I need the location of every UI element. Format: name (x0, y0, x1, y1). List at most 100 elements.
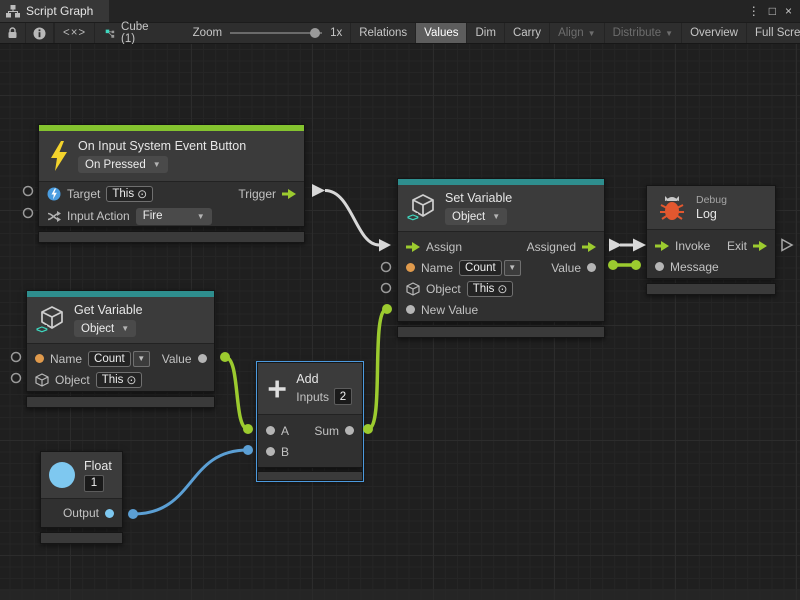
lock-button[interactable] (0, 23, 26, 43)
node-get-variable[interactable]: <> Get Variable Object ▼ Name (26, 290, 215, 408)
values-button[interactable]: Values (416, 23, 467, 43)
chevron-down-icon: ▼ (133, 351, 150, 367)
graph-canvas[interactable]: On Input System Event Button On Pressed … (0, 44, 800, 600)
event-mode-dropdown[interactable]: On Pressed ▼ (78, 156, 168, 173)
overview-button[interactable]: Overview (682, 23, 747, 43)
event-mode-value: On Pressed (85, 159, 146, 171)
message-input-port[interactable] (655, 262, 664, 271)
angle-x-icon: <×> (63, 27, 86, 39)
bug-icon (657, 193, 687, 223)
port-label-value: Value (551, 261, 581, 275)
wire-getvalue-to-a (220, 352, 253, 434)
invoke-input-port[interactable] (655, 241, 669, 251)
port-label-trigger: Trigger (238, 187, 276, 201)
target-self-toggle[interactable]: This ⊙ (106, 186, 153, 202)
value-output-port[interactable] (587, 263, 596, 272)
cube-icon (35, 373, 49, 387)
trigger-output-port[interactable] (282, 189, 296, 199)
port-label-a: A (281, 424, 289, 438)
tab-script-graph[interactable]: Script Graph (0, 0, 109, 22)
inputs-label: Inputs (296, 390, 329, 404)
port-label-assigned: Assigned (527, 240, 576, 254)
zoom-slider-handle[interactable] (310, 28, 320, 38)
chevron-down-icon: ▼ (153, 160, 161, 169)
variable-name-value: Count (94, 353, 125, 365)
node-footer (397, 326, 605, 338)
node-set-variable[interactable]: <> Set Variable Object ▼ (397, 178, 605, 338)
float-value-field[interactable]: 1 (84, 475, 104, 492)
port-label-new-value: New Value (421, 303, 478, 317)
port-label-exit: Exit (727, 239, 747, 253)
value-output-port[interactable] (198, 354, 207, 363)
wire-assigned-to-invoke (609, 239, 646, 252)
zoom-value: 1x (330, 27, 342, 39)
variable-kind-value: Object (81, 323, 114, 335)
input-action-dropdown[interactable]: Fire ▼ (136, 208, 212, 225)
node-float[interactable]: Float 1 Output (40, 451, 123, 544)
output-port[interactable] (105, 509, 114, 518)
overview-label: Overview (690, 27, 738, 39)
fullscreen-label: Full Screen (755, 27, 800, 39)
name-input-port[interactable] (406, 263, 415, 272)
b-input-port[interactable] (266, 447, 275, 456)
assigned-output-port[interactable] (582, 242, 596, 252)
node-debug-log[interactable]: Debug Log Invoke Exit (646, 185, 776, 295)
maximize-icon[interactable]: □ (769, 4, 776, 18)
node-footer (26, 396, 215, 408)
align-button[interactable]: Align ▼ (550, 23, 605, 43)
graph-icon (6, 5, 20, 18)
chevron-down-icon: ▼ (121, 324, 129, 333)
variable-kind-value: Object (452, 211, 485, 223)
relations-button[interactable]: Relations (350, 23, 416, 43)
edit-unit-button[interactable]: <×> (55, 23, 95, 43)
graph-target[interactable]: Cube (1) (95, 23, 163, 43)
port-label-message: Message (670, 260, 719, 274)
assign-input-port[interactable] (406, 242, 420, 252)
node-footer (257, 471, 363, 481)
inputs-count-field[interactable]: 2 (334, 388, 352, 405)
node-footer (38, 231, 305, 243)
target-icon: ⊙ (497, 283, 507, 295)
node-title: Get Variable (74, 303, 143, 317)
distribute-button[interactable]: Distribute ▼ (605, 23, 683, 43)
lightning-bolt-icon (49, 141, 69, 171)
carry-label: Carry (513, 27, 541, 39)
node-title: Set Variable (445, 191, 512, 205)
align-label: Align (558, 27, 584, 39)
object-self-toggle[interactable]: This ⊙ (96, 372, 143, 388)
node-title: On Input System Event Button (78, 139, 246, 153)
exit-output-port[interactable] (753, 241, 767, 251)
new-value-input-port[interactable] (406, 305, 415, 314)
node-add[interactable]: Add Inputs 2 A Sum (257, 362, 363, 481)
fullscreen-button[interactable]: Full Screen (747, 23, 800, 43)
dim-label: Dim (475, 27, 495, 39)
port-label-object: Object (55, 373, 90, 387)
variable-kind-dropdown[interactable]: Object ▼ (445, 208, 507, 225)
graph-toolbar: <×> Cube (1) Zoom 1x Relations Values (0, 22, 800, 44)
dim-button[interactable]: Dim (467, 23, 504, 43)
variable-kind-dropdown[interactable]: Object ▼ (74, 320, 136, 337)
lock-icon (7, 27, 18, 39)
name-input-port[interactable] (35, 354, 44, 363)
chevron-down-icon: ▼ (588, 29, 596, 38)
target-icon: ⊙ (137, 188, 147, 200)
inspect-button[interactable] (26, 23, 54, 43)
port-label-output: Output (63, 506, 99, 520)
a-input-port[interactable] (266, 426, 275, 435)
carry-button[interactable]: Carry (505, 23, 550, 43)
variable-name-dropdown[interactable]: Count ▼ (459, 260, 521, 276)
zoom-slider[interactable] (230, 28, 322, 38)
node-title: Float (84, 459, 112, 473)
input-action-value: Fire (143, 210, 163, 222)
port-label-assign: Assign (426, 240, 462, 254)
window-menu-icon[interactable]: ⋮ (748, 4, 760, 18)
chevron-down-icon: ▼ (197, 212, 205, 221)
bottom-edge (0, 589, 800, 600)
object-value: This (473, 283, 495, 295)
close-icon[interactable]: × (785, 4, 792, 18)
object-self-toggle[interactable]: This ⊙ (467, 281, 514, 297)
object-variable-icon: <> (408, 193, 436, 223)
variable-name-dropdown[interactable]: Count ▼ (88, 351, 150, 367)
node-on-input-system-event[interactable]: On Input System Event Button On Pressed … (38, 124, 305, 243)
sum-output-port[interactable] (345, 426, 354, 435)
